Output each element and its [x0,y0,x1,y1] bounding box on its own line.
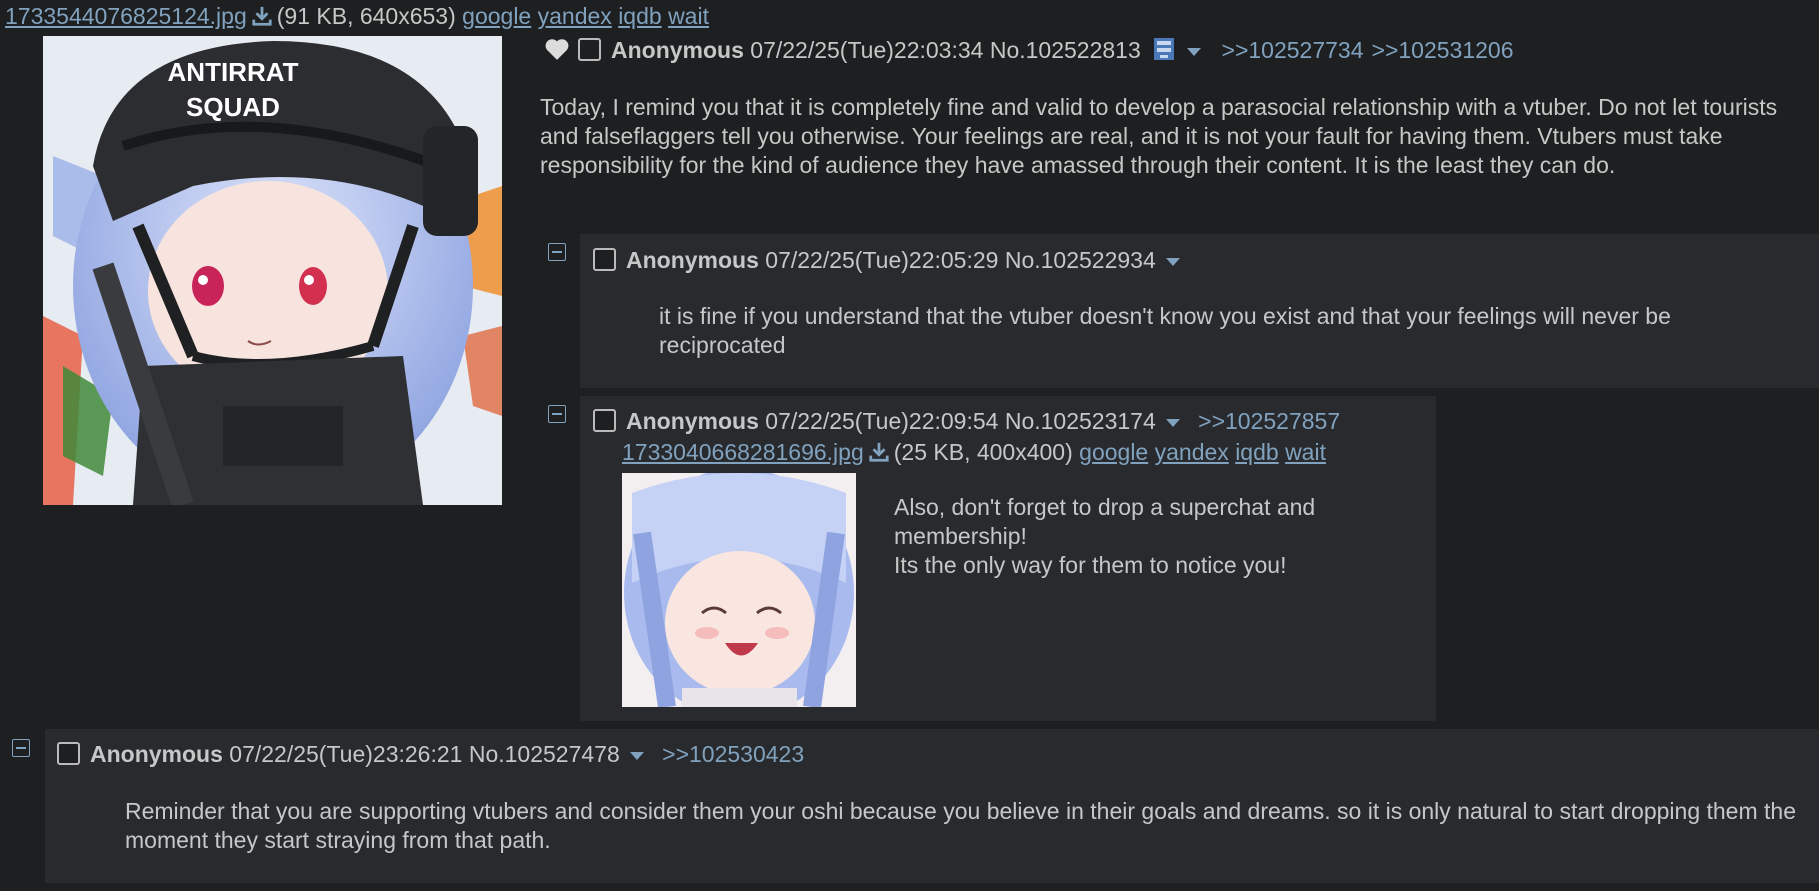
reply-file-link[interactable]: 1733040668281696.jpg [622,439,864,465]
op-backlink-2[interactable]: >>102531206 [1372,37,1514,63]
search-link-yandex[interactable]: yandex [1155,439,1229,465]
reply-backlink[interactable]: >>102527857 [1198,408,1340,434]
reply-thumbnail-art [622,473,856,707]
op-file-link[interactable]: 1733544076825124.jpg [5,3,247,29]
reply-datetime: 07/22/25(Tue)22:05:29 [765,247,999,273]
menu-arrow-icon[interactable] [1187,47,1202,56]
search-link-wait[interactable]: wait [668,3,709,29]
reply-message: Also, don't forget to drop a superchat a… [894,493,1414,580]
op-poster-name: Anonymous [611,37,744,63]
op-backlink-1[interactable]: >>102527734 [1222,37,1364,63]
reply-message-line-1: Also, don't forget to drop a superchat a… [894,494,1316,549]
reply-file-meta: (25 KB, 400x400) [893,439,1073,465]
reply-post-102527478: Anonymous 07/22/25(Tue)23:26:21 No.10252… [45,729,1819,883]
reply-datetime: 07/22/25(Tue)23:26:21 [229,741,463,767]
reply-message-line-2: Its the only way for them to notice you! [894,552,1287,578]
reply-poster-name: Anonymous [90,741,223,767]
op-image-art: ANTIRRAT SQUAD [43,36,502,505]
op-post-number[interactable]: No.102522813 [990,37,1141,63]
helmet-text-line-1: ANTIRRAT [168,57,299,87]
reply-select-checkbox[interactable] [57,742,80,765]
op-image[interactable]: ANTIRRAT SQUAD [43,36,502,505]
menu-arrow-icon[interactable] [629,751,644,760]
collapse-icon[interactable] [548,243,566,261]
reply-thumbnail-image[interactable] [622,473,856,707]
op-datetime: 07/22/25(Tue)22:03:34 [750,37,984,63]
op-message: Today, I remind you that it is completel… [540,94,1778,178]
search-link-google[interactable]: google [1079,439,1148,465]
reply-poster-name: Anonymous [626,408,759,434]
reply-select-checkbox[interactable] [593,409,616,432]
reply-datetime: 07/22/25(Tue)22:09:54 [765,408,999,434]
reply-file-info: 1733040668281696.jpg (25 KB, 400x400) goo… [622,439,1326,466]
menu-arrow-icon[interactable] [1165,418,1180,427]
search-link-google[interactable]: google [462,3,531,29]
menu-arrow-icon[interactable] [1165,257,1180,266]
download-icon[interactable] [868,441,890,463]
archive-icon[interactable] [1151,37,1177,61]
reply-header: Anonymous 07/22/25(Tue)22:09:54 No.10252… [593,408,1340,435]
op-header: Anonymous 07/22/25(Tue)22:03:34 No.10252… [544,37,1514,64]
reply-header: Anonymous 07/22/25(Tue)22:05:29 No.10252… [593,247,1180,274]
search-link-yandex[interactable]: yandex [538,3,612,29]
reply-header: Anonymous 07/22/25(Tue)23:26:21 No.10252… [57,741,804,768]
reply-poster-name: Anonymous [626,247,759,273]
reply-backlink[interactable]: >>102530423 [662,741,804,767]
collapse-icon[interactable] [12,739,30,757]
reply-post-number[interactable]: No.102522934 [1005,247,1156,273]
download-icon[interactable] [251,5,273,27]
search-link-wait[interactable]: wait [1285,439,1326,465]
reply-select-checkbox[interactable] [593,248,616,271]
op-file-info: 1733544076825124.jpg (91 KB, 640x653) goo… [5,3,709,30]
op-file-meta: (91 KB, 640x653) [276,3,456,29]
reply-post-102522934: Anonymous 07/22/25(Tue)22:05:29 No.10252… [580,234,1819,388]
heart-icon[interactable] [544,37,570,61]
search-link-iqdb[interactable]: iqdb [1235,439,1278,465]
reply-message: it is fine if you understand that the vt… [659,303,1671,358]
reply-post-number[interactable]: No.102523174 [1005,408,1156,434]
op-select-checkbox[interactable] [578,38,601,61]
collapse-icon[interactable] [548,405,566,423]
reply-post-number[interactable]: No.102527478 [469,741,620,767]
reply-message: Reminder that you are supporting vtubers… [125,798,1796,853]
search-link-iqdb[interactable]: iqdb [618,3,661,29]
helmet-text-line-2: SQUAD [186,92,280,122]
